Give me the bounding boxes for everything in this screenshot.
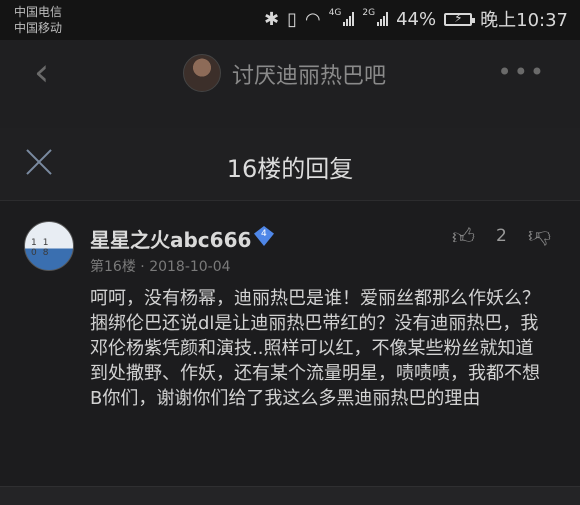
thumbs-down-icon[interactable]: 👍︎ <box>528 223 551 250</box>
level-badge-icon: 4 <box>254 226 274 246</box>
status-bar: 中国电信 中国移动 ✱ ▯ ◠ 4G 2G 44% ⚡ 晚上10:37 <box>0 0 580 40</box>
avatar[interactable]: 11 08 <box>24 221 74 271</box>
bluetooth-icon: ✱ <box>263 8 280 30</box>
reply-sheet: 16楼的回复 11 08 星星之火abc666 4 第16楼 · 2018-10… <box>0 128 580 505</box>
status-icons: ✱ ▯ ◠ 4G 2G 44% ⚡ 晚上10:37 <box>264 7 568 31</box>
forum-avatar[interactable] <box>183 54 221 92</box>
back-icon[interactable]: ‹ <box>34 52 49 92</box>
username[interactable]: 星星之火abc666 <box>90 224 251 253</box>
like-count: 2 <box>496 226 507 246</box>
vibrate-icon: ▯ <box>287 8 297 30</box>
battery-icon: ⚡ <box>444 11 476 26</box>
reply-content: 呵呵，没有杨幂，迪丽热巴是谁！爱丽丝都那么作妖么？捆绑伦巴还说dl是让迪丽热巴带… <box>90 288 540 409</box>
signal-1-icon <box>343 12 355 26</box>
floor-label: 第16楼 <box>90 259 136 275</box>
signal-1-label: 4G <box>328 8 342 18</box>
forum-title[interactable]: 讨厌迪丽热巴吧 <box>232 58 386 90</box>
more-options-icon[interactable]: ••• <box>498 58 546 86</box>
clock: 晚上10:37 <box>480 10 568 31</box>
battery-percent: 44% <box>396 8 437 30</box>
post-date: 2018-10-04 <box>149 259 231 275</box>
meta-separator: · <box>140 259 145 275</box>
post-meta: 第16楼 · 2018-10-04 <box>90 256 231 276</box>
signal-2-label: 2G <box>362 8 376 18</box>
signal-2-icon <box>377 12 389 26</box>
sheet-title: 16楼的回复 <box>226 155 354 183</box>
sheet-header: 16楼的回复 <box>0 128 580 201</box>
carrier-2: 中国移动 <box>14 21 63 35</box>
level-number: 4 <box>261 229 267 239</box>
avatar-text: 11 08 <box>31 238 55 258</box>
forum-header: ‹ 讨厌迪丽热巴吧 ••• <box>0 40 580 128</box>
wifi-icon: ◠ <box>304 8 321 30</box>
bottom-divider <box>0 486 580 505</box>
thumbs-up-icon[interactable]: 👍︎ <box>452 223 475 250</box>
carrier-1: 中国电信 <box>14 5 63 19</box>
